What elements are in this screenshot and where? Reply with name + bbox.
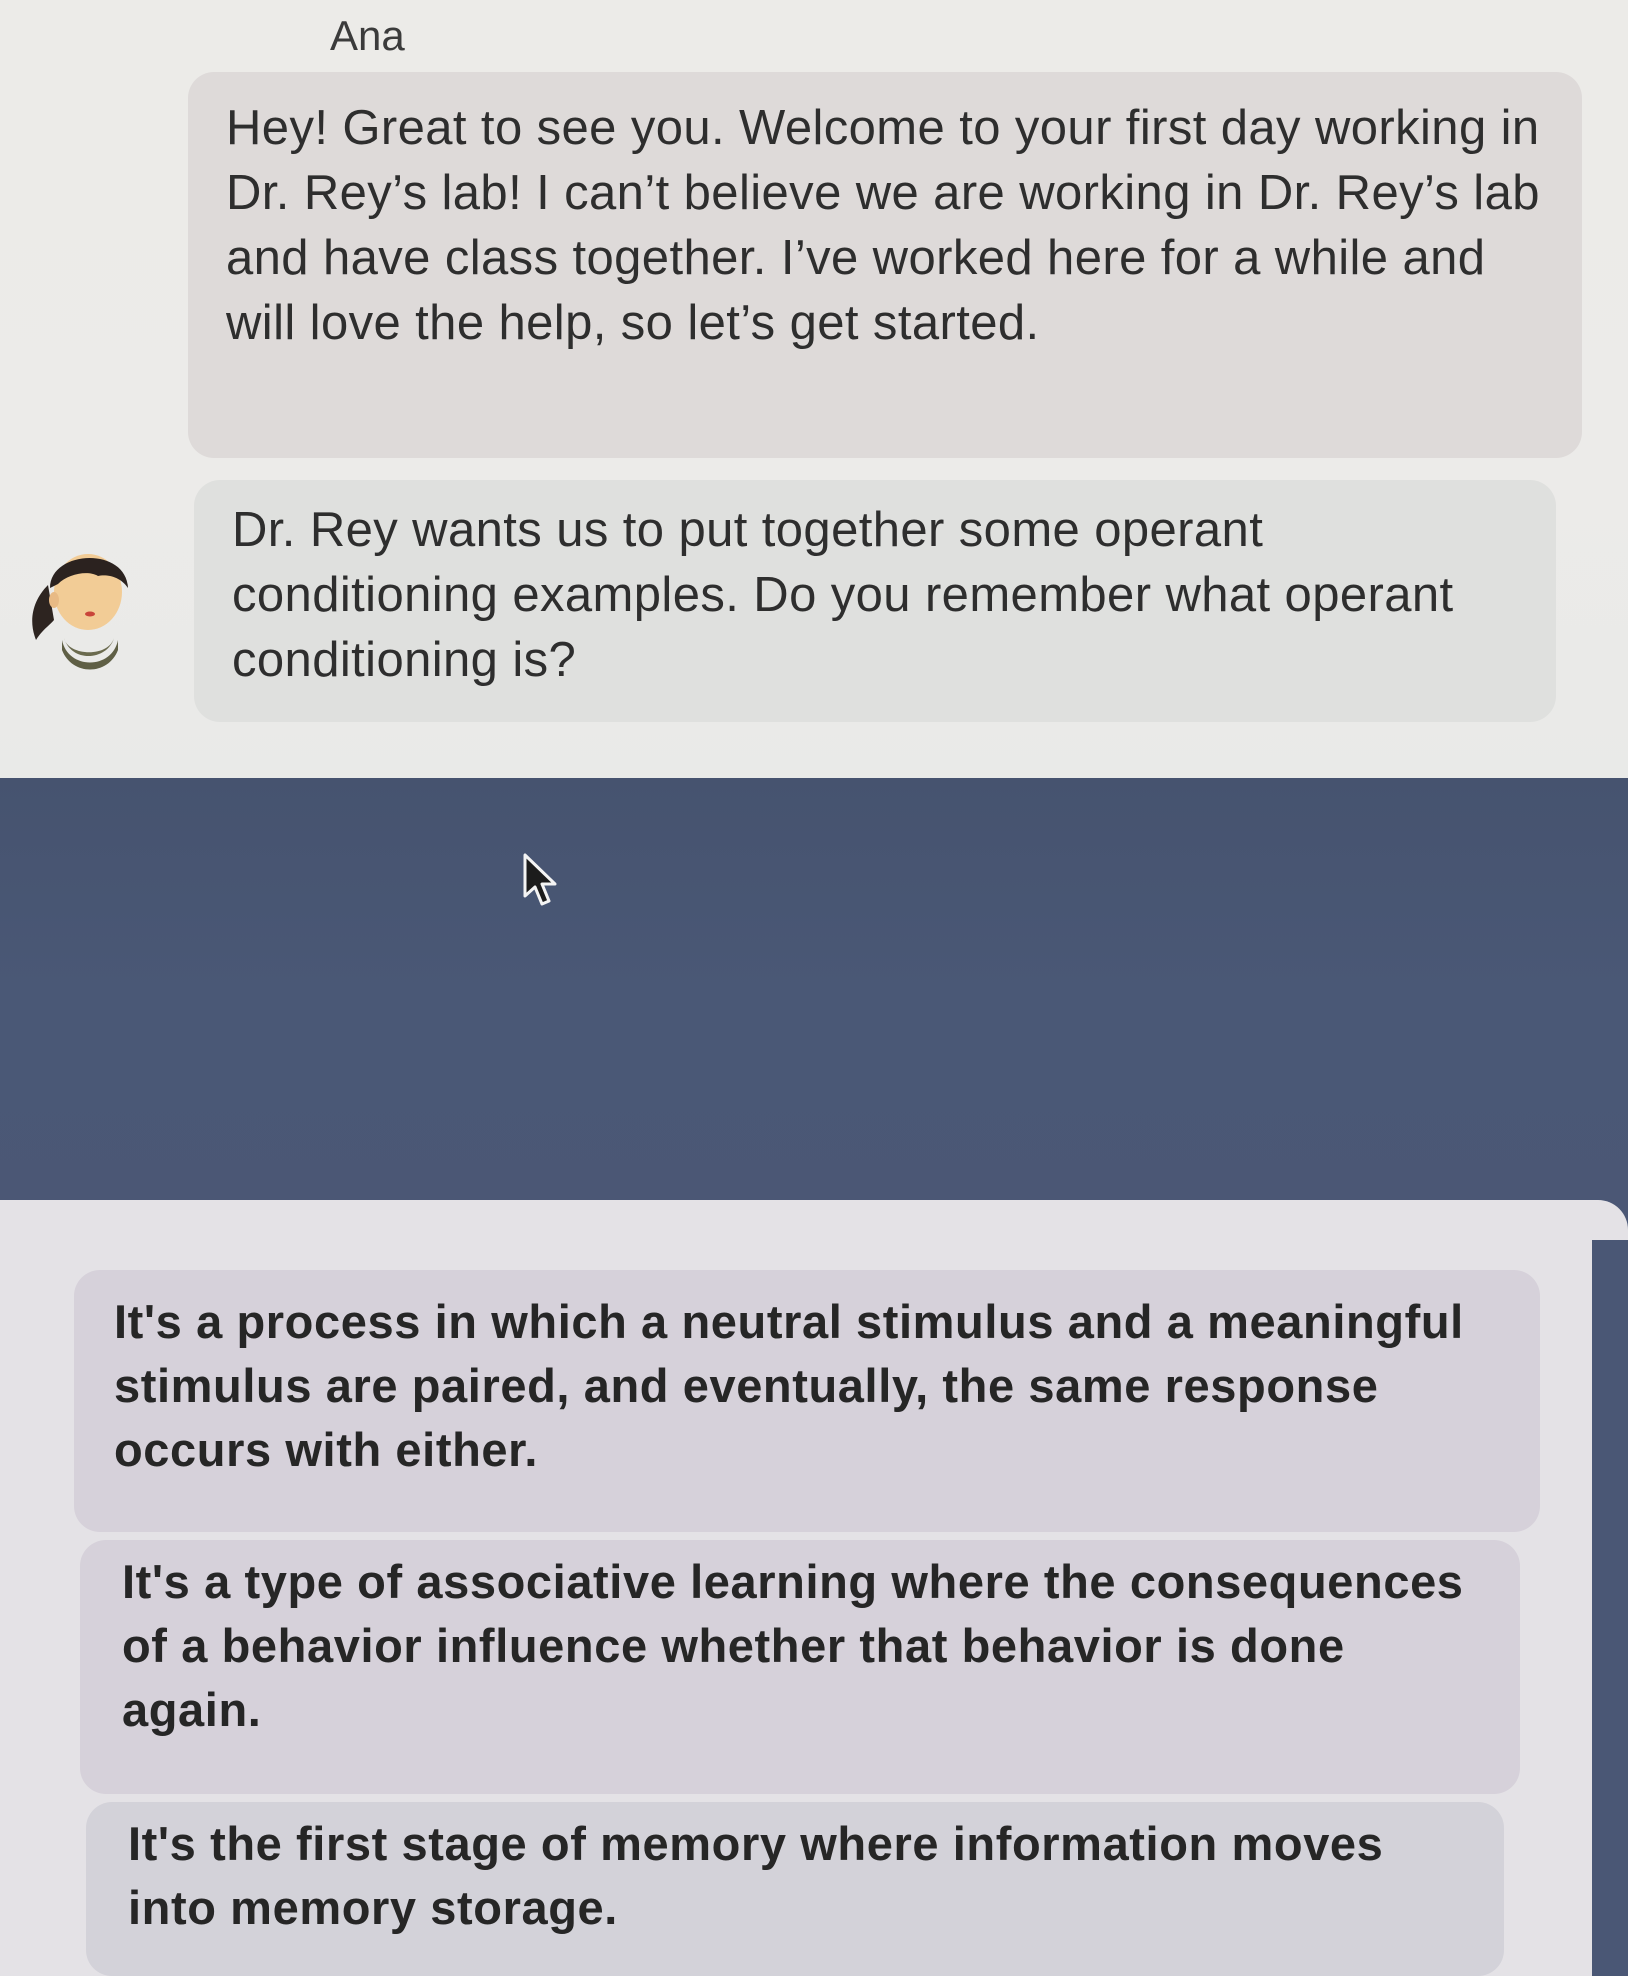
mouse-pointer-icon: [522, 852, 558, 912]
chat-message: Dr. Rey wants us to put together some op…: [194, 480, 1556, 722]
answer-option-2[interactable]: It's a type of associative learning wher…: [80, 1540, 1520, 1794]
character-avatar-icon: [28, 530, 138, 680]
chat-panel: Ana Hey! Great to see you. Welcome to yo…: [0, 0, 1628, 785]
chat-message: Hey! Great to see you. Welcome to your f…: [188, 72, 1582, 458]
sender-name: Ana: [330, 12, 405, 59]
answer-option-3[interactable]: It's the first stage of memory where inf…: [86, 1802, 1504, 1976]
answer-option-1[interactable]: It's a process in which a neutral stimul…: [74, 1270, 1540, 1532]
scene-background: [0, 778, 1628, 1220]
avatar-illustration: [32, 554, 128, 670]
